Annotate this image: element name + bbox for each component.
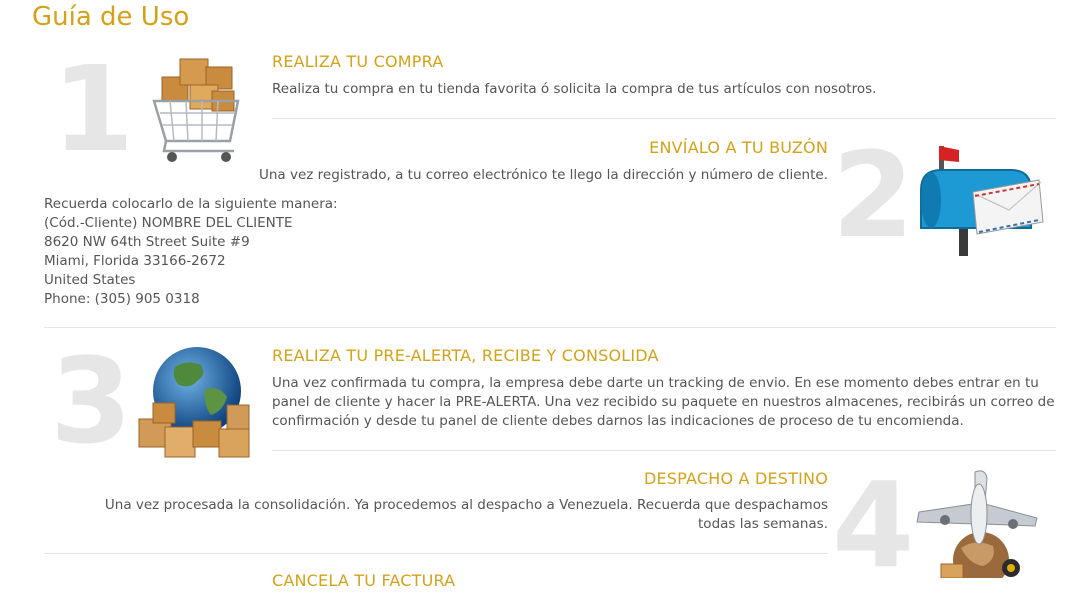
address-intro: Recuerda colocarlo de la siguiente maner…: [44, 196, 338, 212]
step-text-4: Una vez procesada la consolidación. Ya p…: [104, 497, 828, 532]
address-block: Recuerda colocarlo de la siguiente maner…: [44, 195, 338, 309]
step-text-3: Una vez confirmada tu compra, la empresa…: [272, 375, 1055, 429]
address-line: Phone: (305) 905 0318: [44, 291, 200, 307]
address-line: Miami, Florida 33166-2672: [44, 253, 226, 269]
step-number-1: 1: [52, 40, 135, 178]
address-line: 8620 NW 64th Street Suite #9: [44, 234, 250, 250]
step-heading-4: DESPACHO A DESTINO: [643, 469, 828, 488]
globe-boxes-icon: [138, 347, 250, 458]
divider: [44, 553, 828, 554]
divider: [272, 118, 1056, 119]
address-line: United States: [44, 272, 136, 288]
step-number-3: 3: [50, 332, 133, 470]
shopping-cart-boxes-icon: [152, 58, 240, 162]
step-heading-5: CANCELA TU FACTURA: [272, 571, 456, 590]
divider: [272, 450, 1056, 451]
page-title: Guía de Uso: [32, 2, 190, 32]
step-heading-2: ENVÍALO A TU BUZÓN: [649, 138, 828, 157]
step-text-1: Realiza tu compra en tu tienda favorita …: [272, 81, 877, 97]
step-number-4: 4: [832, 456, 915, 594]
step-heading-3: REALIZA TU PRE-ALERTA, RECIBE Y CONSOLID…: [272, 346, 659, 365]
address-line: (Cód.-Cliente) NOMBRE DEL CLIENTE: [44, 215, 293, 231]
step-text-2: Una vez registrado, a tu correo electrón…: [258, 167, 828, 183]
step-number-2: 2: [832, 126, 915, 264]
mailbox-icon: [920, 146, 1044, 256]
step-heading-1: REALIZA TU COMPRA: [272, 52, 444, 71]
airplane-globe-icon: [916, 470, 1038, 578]
divider: [44, 327, 1056, 328]
